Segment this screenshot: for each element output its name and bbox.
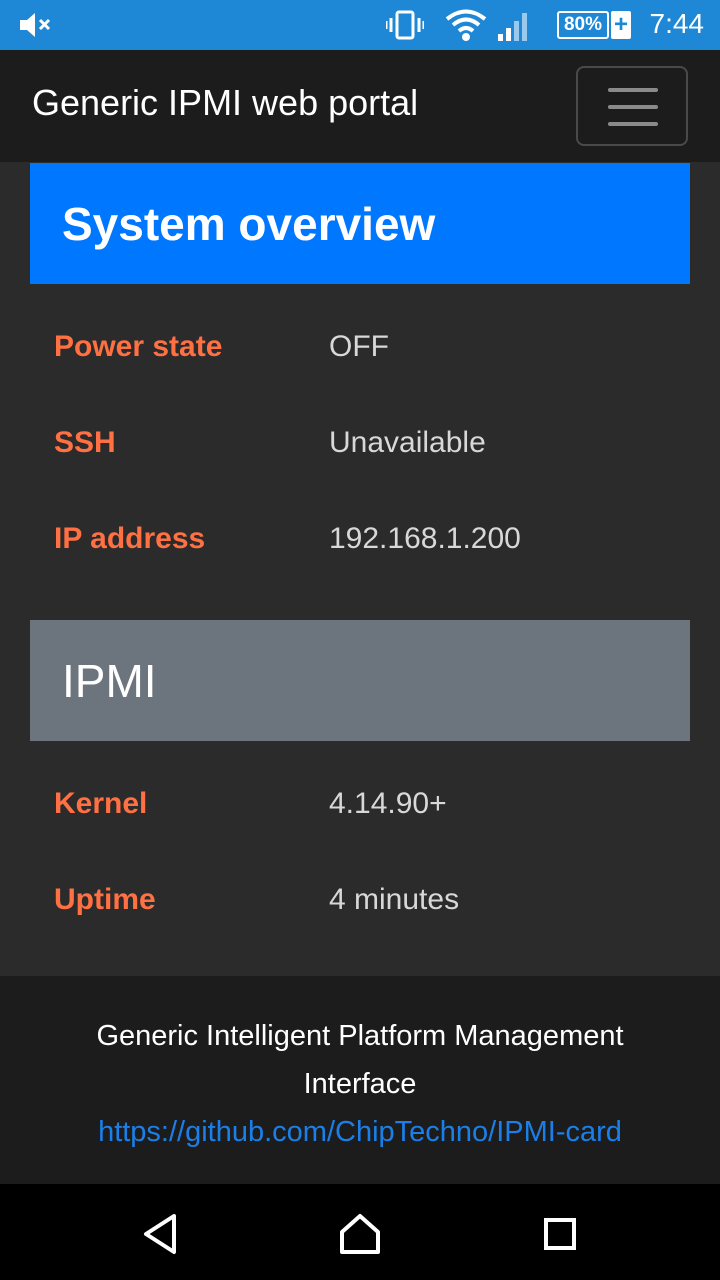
ssh-value: Unavailable: [329, 426, 486, 459]
navbar: Generic IPMI web portal: [0, 50, 720, 162]
power-state-value: OFF: [329, 330, 389, 363]
kernel-label: Kernel: [54, 787, 148, 820]
home-icon[interactable]: [338, 1212, 382, 1256]
ssh-label: SSH: [54, 426, 116, 459]
status-bar: 80% + 7:44: [0, 0, 720, 50]
back-icon[interactable]: [138, 1212, 182, 1256]
mute-icon: [20, 13, 51, 37]
wifi-icon: [445, 9, 487, 41]
ip-address-value: 192.168.1.200: [329, 522, 521, 555]
clock: 7:44: [649, 8, 705, 39]
battery-icon: 80% +: [557, 11, 631, 39]
footer-text: Generic Intelligent Platform Management …: [96, 1020, 624, 1100]
power-state-label: Power state: [54, 330, 223, 363]
kernel-value: 4.14.90+: [329, 787, 447, 820]
battery-percent: 80%: [557, 11, 609, 39]
footer: Generic Intelligent Platform Management …: [0, 976, 720, 1184]
ipmi-header: IPMI: [30, 620, 690, 741]
signal-icon: [498, 13, 527, 41]
navbar-brand[interactable]: Generic IPMI web portal: [32, 82, 418, 124]
system-overview-header: System overview: [30, 163, 690, 284]
uptime-value: 4 minutes: [329, 883, 460, 916]
android-nav-bar: [0, 1184, 720, 1280]
charging-plus: +: [611, 11, 631, 39]
recents-icon[interactable]: [538, 1212, 582, 1256]
main-content: System overview Power state OFF SSH Unav…: [0, 162, 720, 976]
uptime-label: Uptime: [54, 883, 156, 916]
github-link[interactable]: https://github.com/ChipTechno/IPMI-card: [0, 1108, 720, 1156]
ip-address-label: IP address: [54, 522, 206, 555]
menu-toggle-button[interactable]: [576, 66, 688, 146]
vibrate-icon: [386, 10, 424, 40]
